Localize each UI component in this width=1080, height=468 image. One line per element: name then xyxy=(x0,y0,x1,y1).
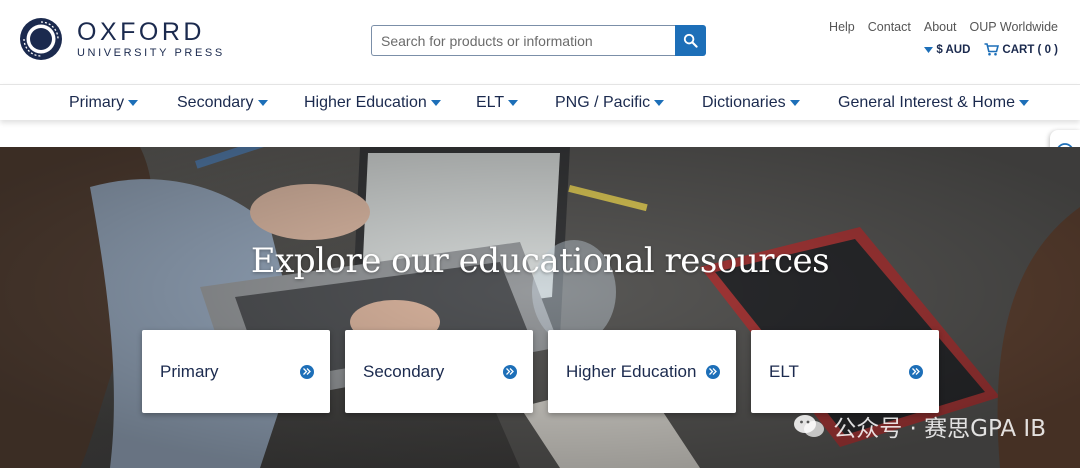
oup-logo[interactable]: OXFORD UNIVERSITY PRESS xyxy=(18,15,228,63)
currency-selector[interactable]: $ AUD xyxy=(924,44,970,56)
nav-item-label: General Interest & Home xyxy=(838,94,1015,111)
hero-banner: Explore our educational resources Primar… xyxy=(0,147,1080,468)
cart-label: CART ( 0 ) xyxy=(1002,43,1058,56)
nav-item-png-pacific[interactable]: PNG / Pacific xyxy=(555,85,665,121)
store-controls: $ AUD CART ( 0 ) xyxy=(924,43,1058,56)
oup-worldwide-link[interactable]: OUP Worldwide xyxy=(970,20,1058,34)
nav-item-label: ELT xyxy=(476,94,505,111)
site-header: OXFORD UNIVERSITY PRESS Help Contact Abo… xyxy=(0,0,1080,84)
wechat-watermark: 公众号 · 赛思GPA IB xyxy=(793,409,1046,443)
caret-down-icon xyxy=(1018,100,1029,106)
nav-item-elt[interactable]: ELT xyxy=(476,85,519,121)
category-card-primary[interactable]: Primary xyxy=(142,330,330,413)
caret-down-icon xyxy=(654,100,665,106)
caret-down-icon xyxy=(789,100,800,106)
nav-item-dictionaries[interactable]: Dictionaries xyxy=(702,85,800,121)
search-bar xyxy=(371,25,706,56)
nav-item-label: Secondary xyxy=(177,94,254,111)
search-input[interactable] xyxy=(371,25,675,56)
category-card-secondary[interactable]: Secondary xyxy=(345,330,533,413)
nav-item-label: Dictionaries xyxy=(702,94,786,111)
caret-down-icon xyxy=(430,100,441,106)
contact-link[interactable]: Contact xyxy=(868,20,911,34)
watermark-text: 公众号 · 赛思GPA IB xyxy=(833,416,1046,442)
wechat-icon xyxy=(794,415,825,437)
search-button[interactable] xyxy=(675,25,706,56)
brand-subname: UNIVERSITY PRESS xyxy=(77,46,225,59)
double-chevron-right-icon xyxy=(503,364,517,379)
caret-down-icon xyxy=(128,100,139,106)
caret-down-icon xyxy=(508,100,519,106)
caret-down-icon xyxy=(257,100,268,106)
double-chevron-right-icon xyxy=(706,364,720,379)
currency-label: $ AUD xyxy=(936,43,971,56)
card-label: ELT xyxy=(769,361,799,381)
caret-down-icon xyxy=(924,46,934,53)
card-label: Higher Education xyxy=(566,361,697,381)
nav-item-higher-education[interactable]: Higher Education xyxy=(304,85,441,121)
category-card-higher-education[interactable]: Higher Education xyxy=(548,330,736,413)
hero-title: Explore our educational resources xyxy=(250,241,830,281)
cart-icon xyxy=(984,43,1000,56)
double-chevron-right-icon xyxy=(300,364,314,379)
help-link[interactable]: Help xyxy=(829,20,855,34)
utility-links: Help Contact About OUP Worldwide xyxy=(829,20,1058,34)
card-label: Primary xyxy=(160,361,219,381)
cart-link[interactable]: CART ( 0 ) xyxy=(984,43,1058,56)
search-icon xyxy=(683,33,698,48)
oup-logo-icon xyxy=(20,18,62,60)
nav-item-label: Higher Education xyxy=(304,94,427,111)
nav-item-general-interest-home[interactable]: General Interest & Home xyxy=(838,85,1029,121)
nav-item-label: Primary xyxy=(69,94,125,111)
card-label: Secondary xyxy=(363,361,445,381)
nav-item-secondary[interactable]: Secondary xyxy=(177,85,268,121)
nav-item-label: PNG / Pacific xyxy=(555,94,651,111)
nav-item-primary[interactable]: Primary xyxy=(69,85,139,121)
category-card-elt[interactable]: ELT xyxy=(751,330,939,413)
brand-name: OXFORD xyxy=(77,17,205,46)
about-link[interactable]: About xyxy=(924,20,957,34)
main-nav: Primary Secondary Higher Education ELT P… xyxy=(0,84,1080,120)
double-chevron-right-icon xyxy=(909,364,923,379)
